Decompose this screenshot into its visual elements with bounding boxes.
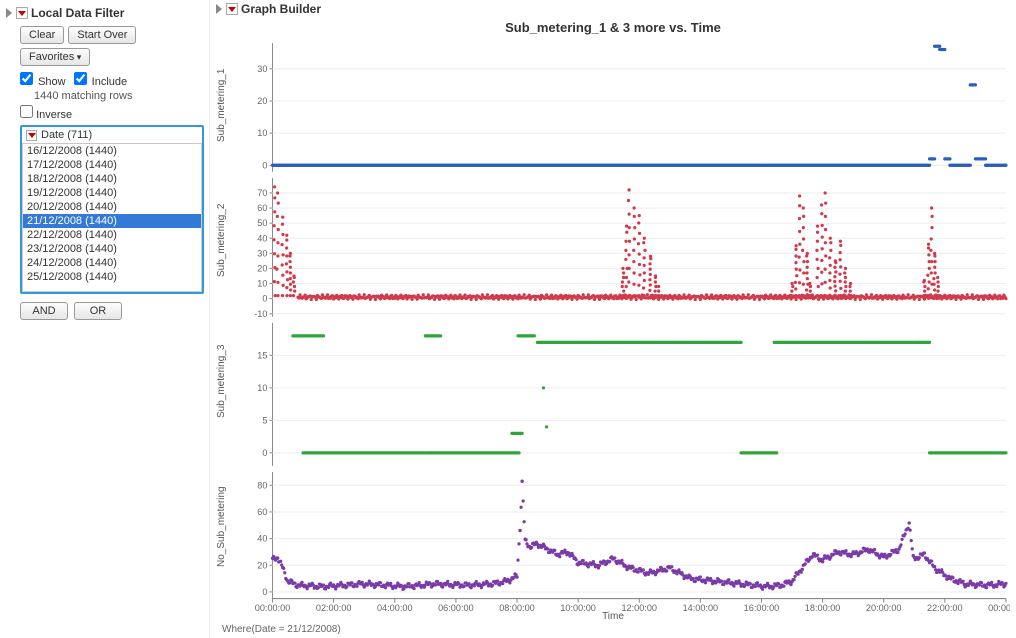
show-checkbox[interactable]: Show <box>20 72 66 88</box>
svg-text:60: 60 <box>257 203 267 213</box>
svg-text:04:00:00: 04:00:00 <box>377 603 413 613</box>
favorites-button[interactable]: Favorites <box>20 48 90 66</box>
date-filter-box: Date (711) 16/12/2008 (1440)17/12/2008 (… <box>20 125 204 294</box>
svg-text:60: 60 <box>257 507 267 517</box>
list-item[interactable]: 25/12/2008 (1440) <box>23 270 201 284</box>
svg-text:18:00:00: 18:00:00 <box>805 603 841 613</box>
svg-text:06:00:00: 06:00:00 <box>438 603 474 613</box>
svg-text:80: 80 <box>257 480 267 490</box>
svg-text:20: 20 <box>257 96 267 106</box>
filter-title: Local Data Filter <box>31 6 124 20</box>
svg-text:10:00:00: 10:00:00 <box>560 603 596 613</box>
svg-text:20: 20 <box>257 263 267 273</box>
date-column-header[interactable]: Date (711) <box>22 127 202 144</box>
list-item[interactable]: 16/12/2008 (1440) <box>23 144 201 158</box>
filter-header[interactable]: Local Data Filter <box>6 4 203 22</box>
graph-title: Graph Builder <box>241 2 321 16</box>
svg-text:10: 10 <box>257 128 267 138</box>
date-list[interactable]: 16/12/2008 (1440)17/12/2008 (1440)18/12/… <box>22 144 202 292</box>
clear-button[interactable]: Clear <box>20 26 64 44</box>
disclosure-icon <box>6 8 12 18</box>
list-item[interactable]: 24/12/2008 (1440) <box>23 256 201 270</box>
or-button[interactable]: OR <box>74 302 122 320</box>
svg-text:30: 30 <box>257 64 267 74</box>
svg-text:-10: -10 <box>254 309 267 319</box>
matching-rows-text: 1440 matching rows <box>34 90 203 102</box>
where-clause: Where(Date = 21/12/2008) <box>216 622 1010 635</box>
svg-text:10: 10 <box>257 383 267 393</box>
include-checkbox[interactable]: Include <box>74 72 128 88</box>
svg-text:0: 0 <box>262 160 267 170</box>
list-item[interactable]: 20/12/2008 (1440) <box>23 200 201 214</box>
y-axis-label-1: Sub_metering_1 <box>216 39 238 171</box>
svg-text:40: 40 <box>257 233 267 243</box>
svg-text:08:00:00: 08:00:00 <box>499 603 535 613</box>
list-item[interactable]: 22/12/2008 (1440) <box>23 228 201 242</box>
svg-text:5: 5 <box>262 415 267 425</box>
chart-area[interactable]: Sub_metering_1 Sub_metering_2 Sub_meteri… <box>216 39 1010 613</box>
list-item[interactable]: 21/12/2008 (1440) <box>23 214 201 228</box>
svg-text:0: 0 <box>262 448 267 458</box>
list-item[interactable]: 18/12/2008 (1440) <box>23 172 201 186</box>
svg-text:0: 0 <box>262 587 267 597</box>
svg-text:00:00:00: 00:00:00 <box>988 603 1010 613</box>
svg-text:10: 10 <box>257 279 267 289</box>
svg-text:12:00:00: 12:00:00 <box>621 603 657 613</box>
start-over-button[interactable]: Start Over <box>68 26 136 44</box>
svg-text:15: 15 <box>257 350 267 360</box>
local-data-filter-panel: Local Data Filter Clear Start Over Favor… <box>0 0 210 638</box>
dropdown-icon[interactable] <box>16 7 28 19</box>
svg-text:40: 40 <box>257 534 267 544</box>
dropdown-icon[interactable] <box>226 3 238 15</box>
svg-text:00:00:00: 00:00:00 <box>255 603 291 613</box>
svg-text:0: 0 <box>262 294 267 304</box>
dropdown-icon[interactable] <box>26 130 37 141</box>
svg-text:14:00:00: 14:00:00 <box>683 603 719 613</box>
svg-text:50: 50 <box>257 218 267 228</box>
and-button[interactable]: AND <box>20 302 68 320</box>
y-axis-label-3: Sub_metering_3 <box>216 309 238 453</box>
inverse-checkbox[interactable]: Inverse <box>20 105 72 121</box>
list-item[interactable]: 17/12/2008 (1440) <box>23 158 201 172</box>
svg-text:22:00:00: 22:00:00 <box>927 603 963 613</box>
chart-svg[interactable]: 00:00:00 02:00:00 04:00:00 06:00:00 08:00:00… <box>238 39 1010 613</box>
svg-text:16:00:00: 16:00:00 <box>744 603 780 613</box>
graph-builder-panel: Graph Builder Sub_metering_1 & 3 more vs… <box>210 0 1016 638</box>
date-column-label: Date (711) <box>41 129 92 141</box>
list-item[interactable]: 19/12/2008 (1440) <box>23 186 201 200</box>
y-axis-label-2: Sub_metering_2 <box>216 171 238 309</box>
svg-text:70: 70 <box>257 188 267 198</box>
disclosure-icon <box>216 4 222 14</box>
svg-text:02:00:00: 02:00:00 <box>316 603 352 613</box>
list-item[interactable]: 23/12/2008 (1440) <box>23 242 201 256</box>
y-axis-label-4: No_Sub_metering <box>216 453 238 601</box>
svg-text:30: 30 <box>257 248 267 258</box>
svg-text:20:00:00: 20:00:00 <box>866 603 902 613</box>
graph-header[interactable]: Graph Builder <box>216 0 1010 18</box>
svg-text:20: 20 <box>257 560 267 570</box>
chart-title: Sub_metering_1 & 3 more vs. Time <box>216 18 1010 39</box>
